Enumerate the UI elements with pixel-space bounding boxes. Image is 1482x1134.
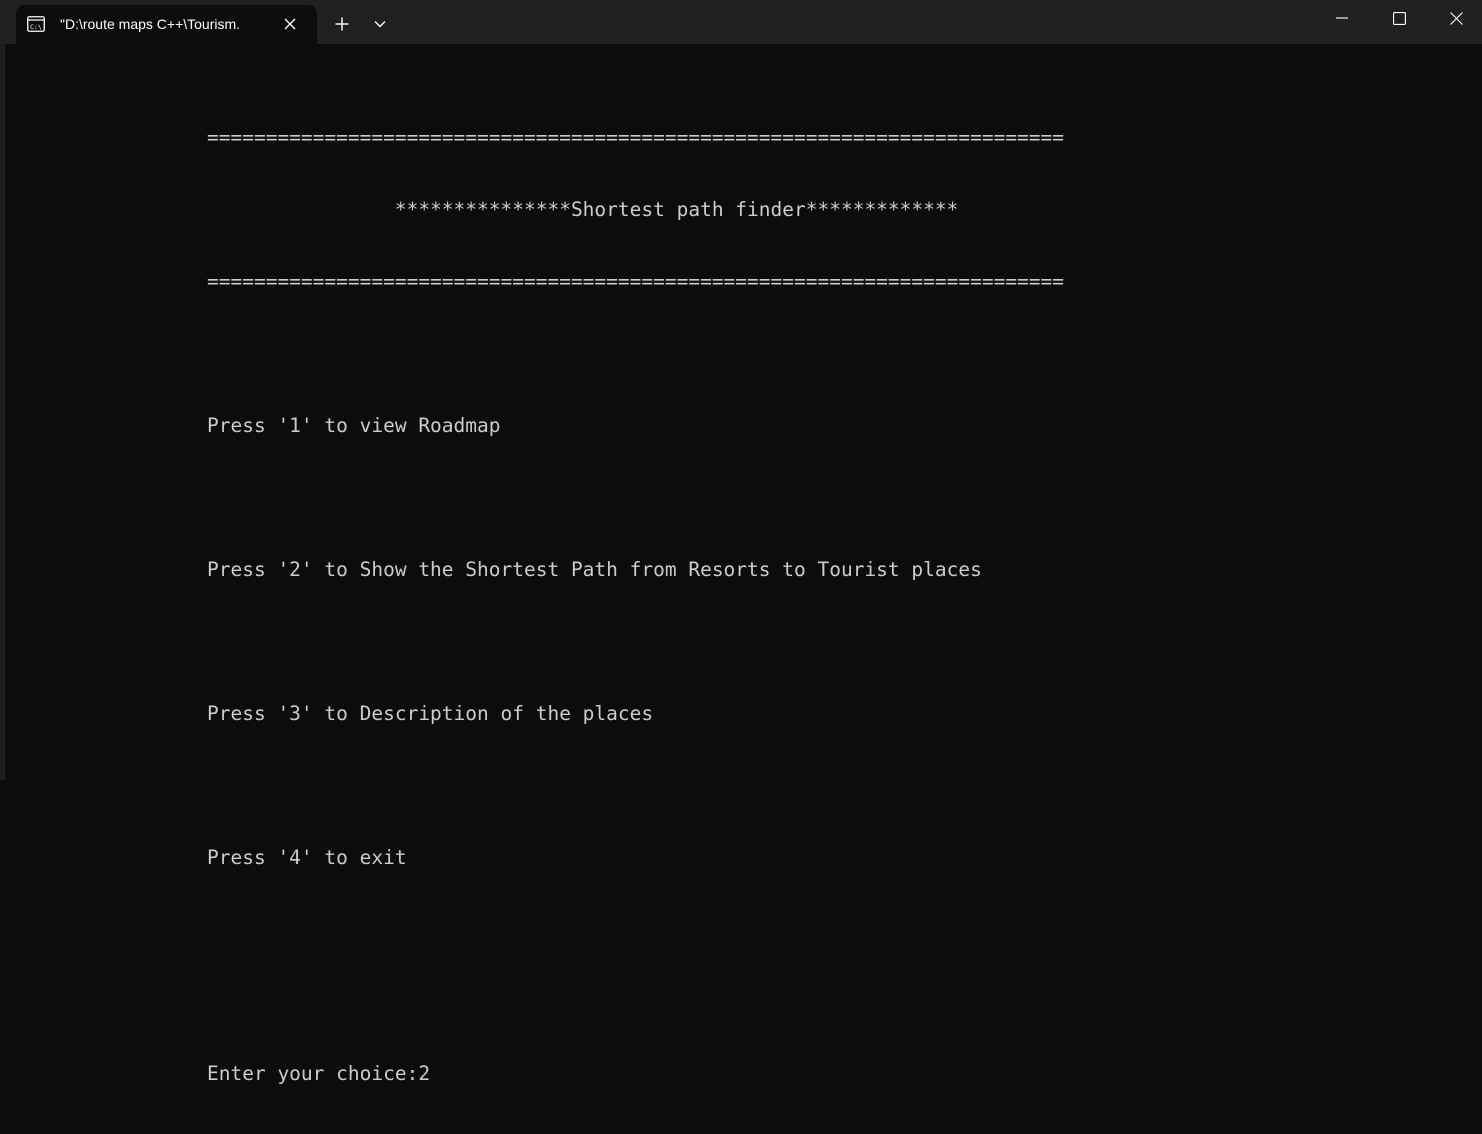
menu-option-4: Press '4' to exit	[207, 846, 407, 869]
terminal-icon: C:\	[27, 16, 45, 32]
terminal-window: C:\ "D:\route maps C++\Tourism. ========…	[0, 0, 1482, 1085]
program-title: ***************Shortest path finder*****…	[207, 198, 959, 221]
menu-option-3: Press '3' to Description of the places	[207, 702, 654, 725]
close-icon	[1449, 11, 1463, 25]
maximize-icon	[1392, 11, 1406, 25]
close-icon	[284, 18, 296, 30]
tab-active[interactable]: C:\ "D:\route maps C++\Tourism.	[16, 5, 317, 44]
menu-option-2: Press '2' to Show the Shortest Path from…	[207, 558, 982, 581]
chevron-down-icon	[374, 21, 386, 28]
svg-text:C:\: C:\	[30, 23, 42, 31]
terminal-output[interactable]: ========================================…	[207, 78, 1307, 1134]
tab-close-button[interactable]	[280, 14, 300, 34]
title-bar[interactable]: C:\ "D:\route maps C++\Tourism.	[0, 0, 1482, 44]
minimize-button[interactable]	[1313, 0, 1371, 36]
tab-dropdown-button[interactable]	[366, 10, 394, 38]
desktop-edge	[0, 0, 5, 780]
minimize-icon	[1336, 17, 1348, 19]
menu-option-1: Press '1' to view Roadmap	[207, 414, 501, 437]
maximize-button[interactable]	[1370, 0, 1428, 36]
plus-icon	[335, 17, 349, 31]
tab-title: "D:\route maps C++\Tourism.	[60, 16, 241, 32]
separator-line: ========================================…	[207, 126, 1065, 149]
new-tab-button[interactable]	[328, 10, 356, 38]
choice-prompt: Enter your choice:2	[207, 1062, 431, 1085]
separator-line: ========================================…	[207, 270, 1065, 293]
close-window-button[interactable]	[1427, 0, 1482, 36]
